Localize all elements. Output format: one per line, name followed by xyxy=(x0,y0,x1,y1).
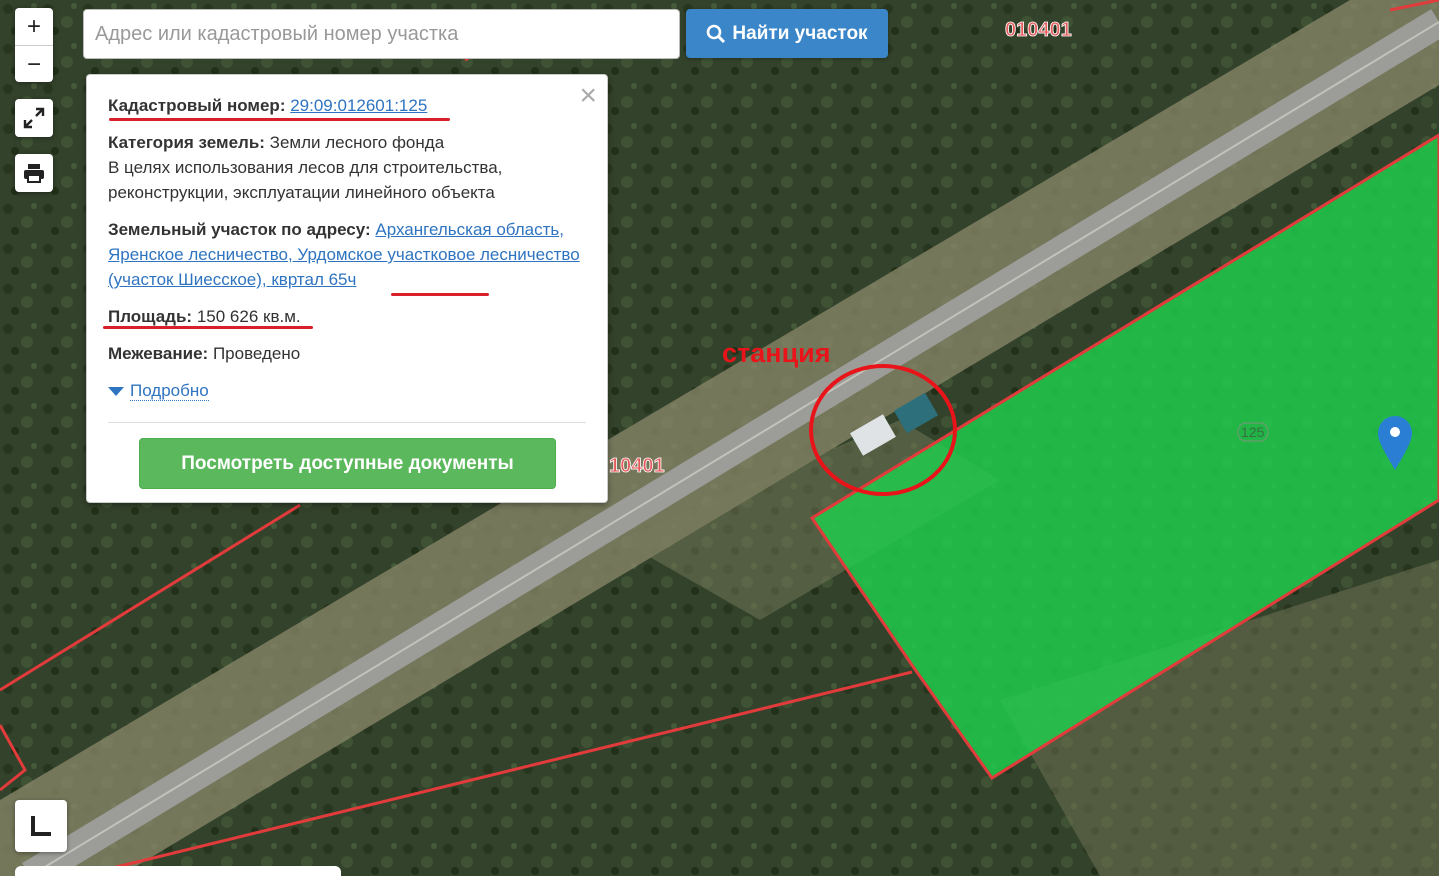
expand-icon xyxy=(23,107,45,129)
survey-row: Межевание: Проведено xyxy=(108,341,588,366)
cadastral-label: Кадастровый номер: xyxy=(108,96,286,115)
annotation-station: станция xyxy=(722,338,831,368)
bottom-panel xyxy=(15,866,341,880)
area-label: Площадь: xyxy=(108,307,193,326)
underline-cadastral xyxy=(109,118,450,121)
quarter-label-top: 010401 xyxy=(1005,19,1072,41)
details-label: Подробно xyxy=(130,381,209,401)
zoom-control: + − xyxy=(15,8,53,82)
details-toggle[interactable]: Подробно xyxy=(108,378,588,403)
popup-divider xyxy=(108,422,586,423)
address-label: Земельный участок по адресу: xyxy=(108,220,371,239)
category-label: Категория земель: xyxy=(108,133,265,152)
category-value: Земли лесного фонда xyxy=(269,133,445,152)
find-parcel-label: Найти участок xyxy=(732,22,868,44)
view-documents-button[interactable]: Посмотреть доступные документы xyxy=(139,438,556,489)
underline-area xyxy=(103,326,313,329)
area-value: 150 626 кв.м. xyxy=(196,307,301,326)
cadastral-number-link[interactable]: 29:09:012601:125 xyxy=(290,96,427,115)
find-parcel-button[interactable]: Найти участок xyxy=(686,9,888,58)
purpose-text: В целях использования лесов для строител… xyxy=(108,158,503,202)
search-icon xyxy=(707,24,726,43)
caret-down-icon xyxy=(108,387,124,397)
parcel-label: 125 xyxy=(1241,424,1265,440)
survey-label: Межевание: xyxy=(108,344,209,363)
parcel-info-popup: × Кадастровый номер: 29:09:012601:125 Ка… xyxy=(86,74,608,503)
underline-address xyxy=(391,293,489,296)
measure-button[interactable] xyxy=(15,800,67,852)
fullscreen-button[interactable] xyxy=(15,99,53,137)
category-row: Категория земель: Земли лесного фонда В … xyxy=(108,130,588,205)
search-input[interactable] xyxy=(83,9,680,59)
ruler-icon xyxy=(31,816,51,836)
zoom-out-button[interactable]: − xyxy=(15,45,53,83)
print-button[interactable] xyxy=(15,154,53,192)
zoom-in-button[interactable]: + xyxy=(15,8,53,45)
cadastral-row: Кадастровый номер: 29:09:012601:125 xyxy=(108,93,588,118)
address-row: Земельный участок по адресу: Архангельск… xyxy=(108,217,588,292)
print-icon xyxy=(24,164,44,183)
survey-value: Проведено xyxy=(212,344,301,363)
quarter-label-mid: 10401 xyxy=(609,455,665,477)
